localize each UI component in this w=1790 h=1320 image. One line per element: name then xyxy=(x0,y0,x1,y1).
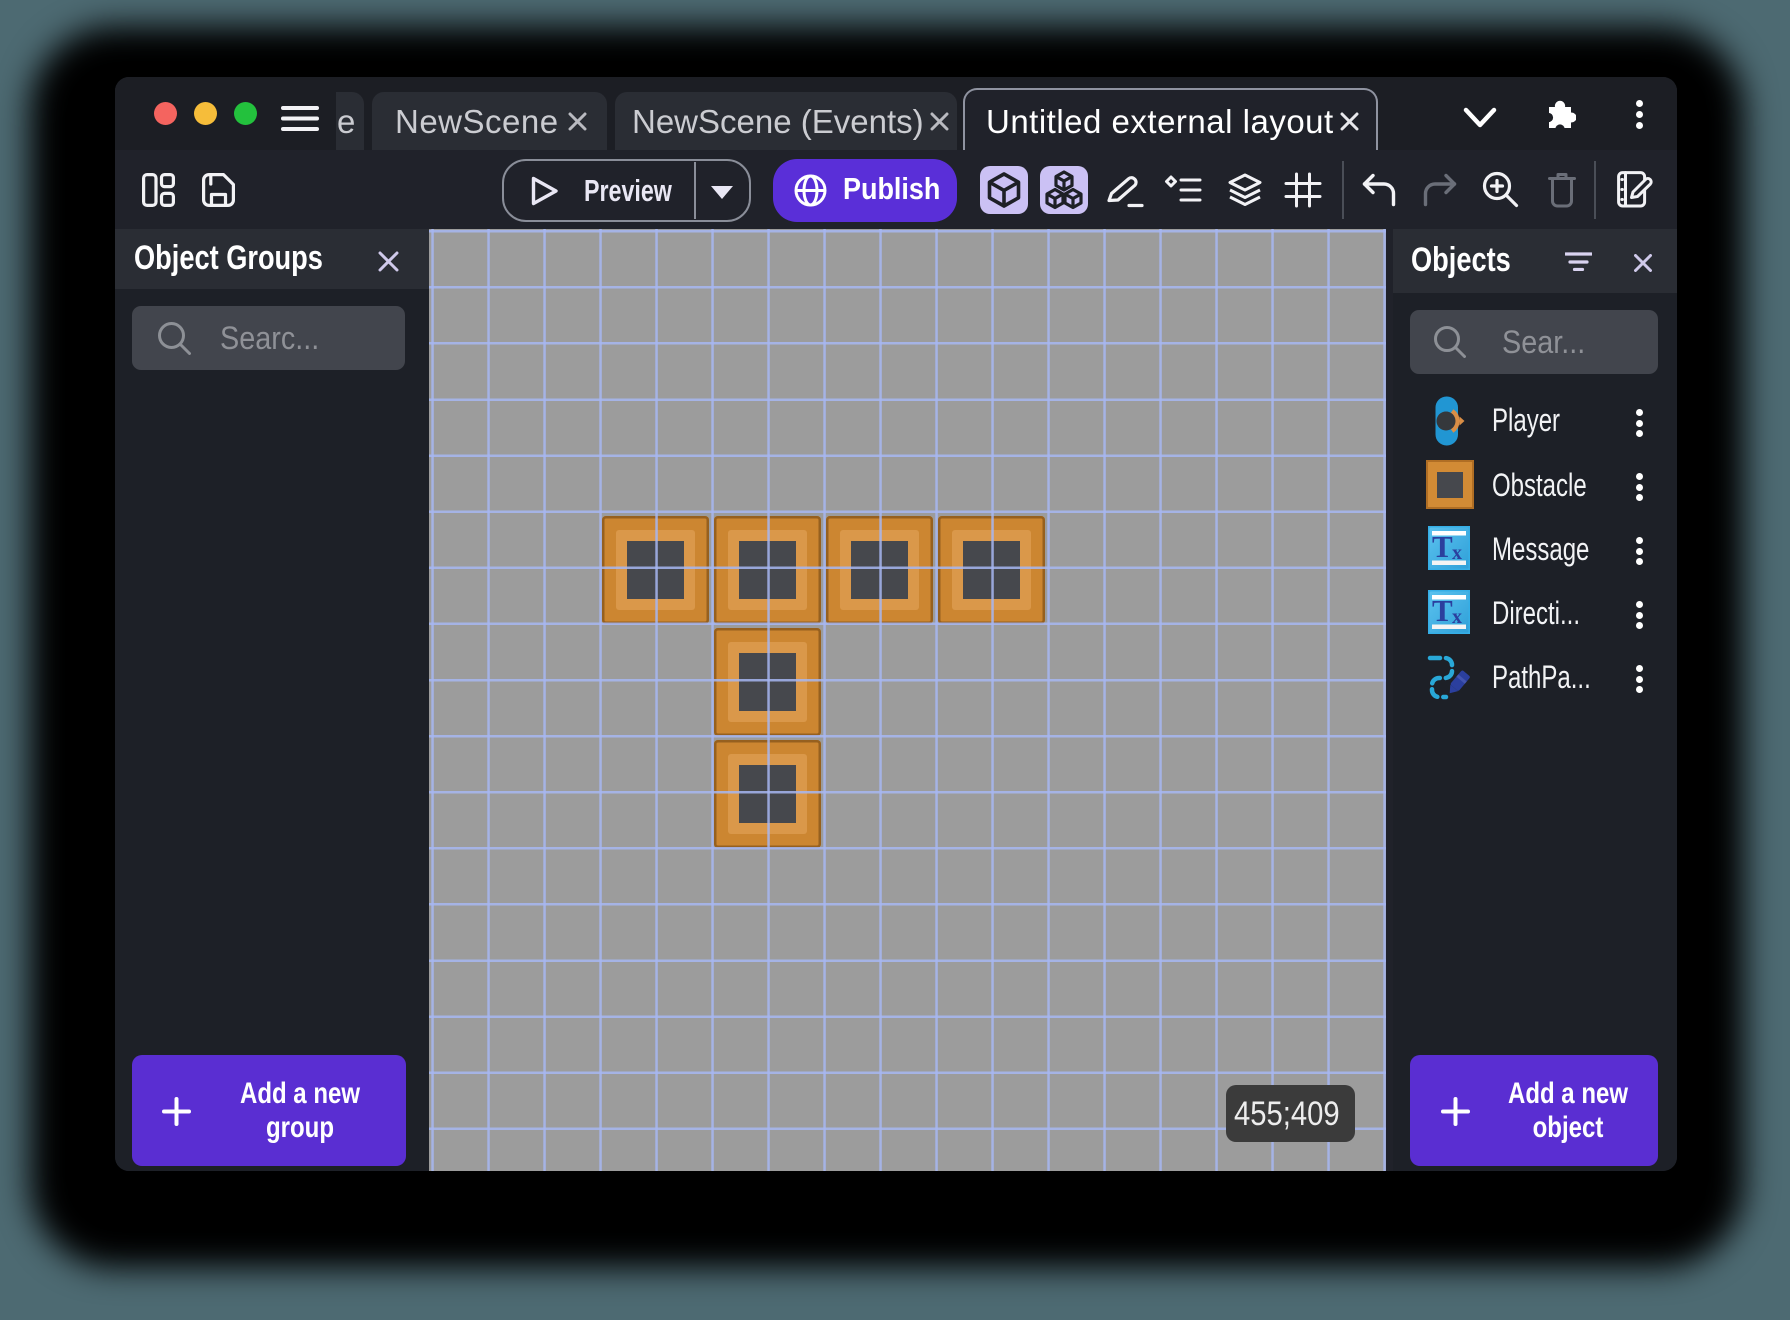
svg-text:T: T xyxy=(1432,593,1453,628)
svg-text:x: x xyxy=(1452,606,1462,628)
svg-text:x: x xyxy=(1452,542,1462,564)
svg-text:T: T xyxy=(1432,529,1453,564)
